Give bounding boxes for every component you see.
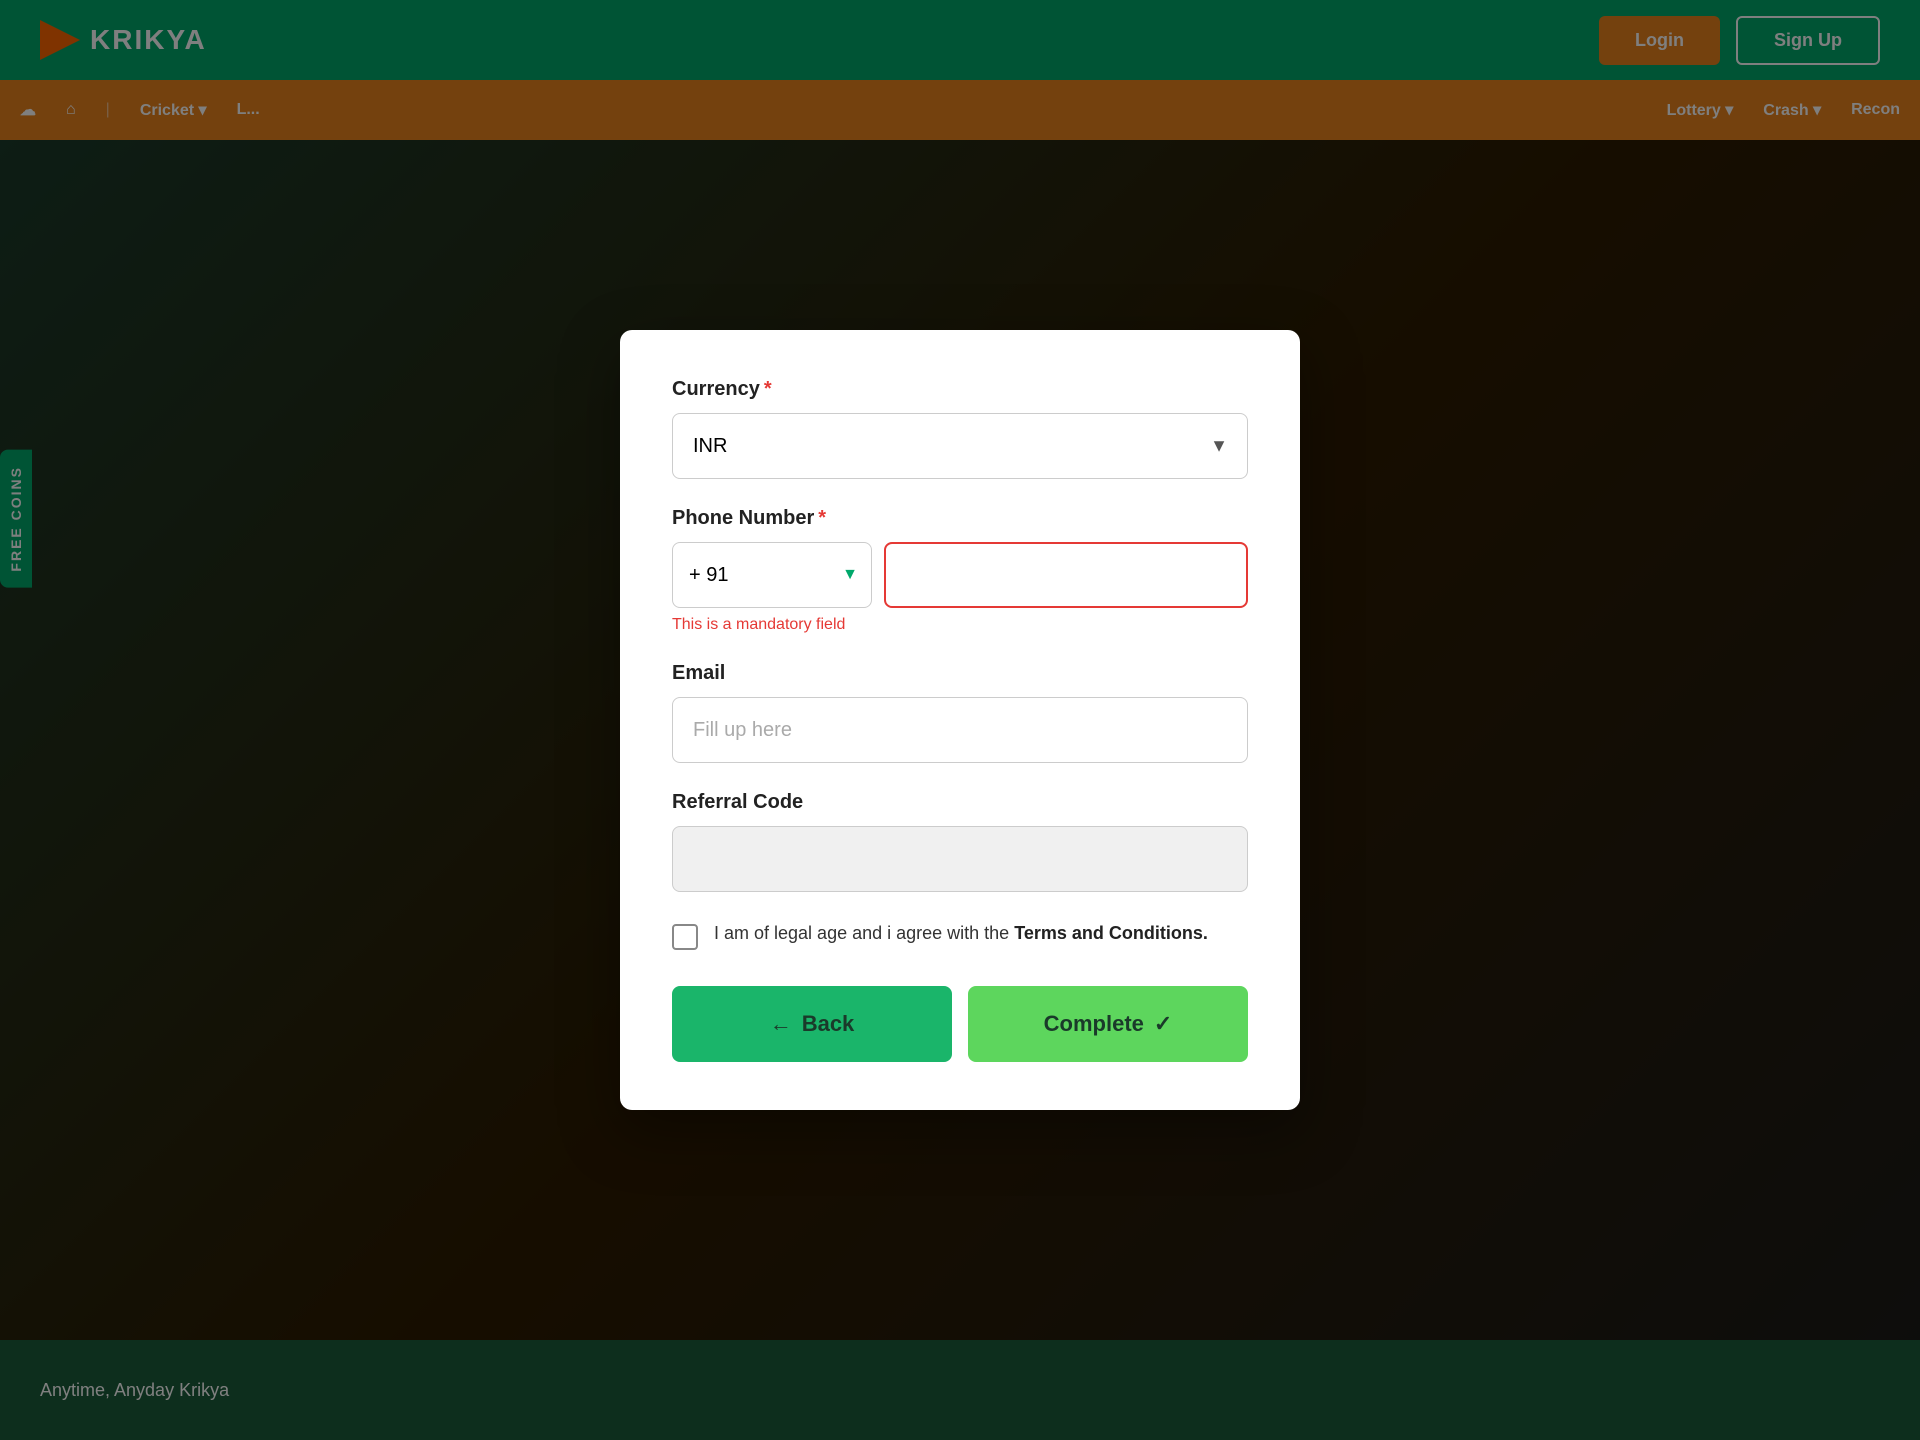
currency-select[interactable]: INR USD EUR GBP BDT <box>672 413 1248 479</box>
currency-group: Currency* INR USD EUR GBP BDT ▼ <box>672 378 1248 479</box>
terms-row: I am of legal age and i agree with the T… <box>672 920 1248 950</box>
back-button[interactable]: ← Back <box>672 986 952 1062</box>
currency-required-star: * <box>764 378 772 400</box>
phone-country-select[interactable]: + 91 + 880 + 1 <box>672 542 872 608</box>
email-group: Email <box>672 662 1248 763</box>
terms-text: I am of legal age and i agree with the T… <box>714 920 1208 947</box>
email-label: Email <box>672 662 1248 685</box>
back-arrow-icon: ← <box>770 1011 792 1037</box>
phone-required-star: * <box>818 507 826 529</box>
phone-group: Phone Number* + 91 + 880 + 1 ▼ This is a… <box>672 507 1248 634</box>
button-row: ← Back Complete ✓ <box>672 986 1248 1062</box>
phone-error-text: This is a mandatory field <box>672 616 1248 634</box>
referral-input[interactable] <box>672 826 1248 892</box>
currency-select-wrapper: INR USD EUR GBP BDT ▼ <box>672 413 1248 479</box>
phone-country-wrapper: + 91 + 880 + 1 ▼ <box>672 542 872 608</box>
referral-label: Referral Code <box>672 791 1248 814</box>
email-input[interactable] <box>672 697 1248 763</box>
phone-row: + 91 + 880 + 1 ▼ <box>672 542 1248 608</box>
terms-link[interactable]: Terms and Conditions. <box>1014 923 1208 943</box>
complete-check-icon: ✓ <box>1154 1011 1172 1037</box>
back-label: Back <box>802 1011 855 1037</box>
registration-modal: Currency* INR USD EUR GBP BDT ▼ Phone Nu… <box>620 330 1300 1110</box>
currency-label: Currency* <box>672 378 1248 401</box>
complete-button[interactable]: Complete ✓ <box>968 986 1248 1062</box>
terms-checkbox[interactable] <box>672 924 698 950</box>
complete-label: Complete <box>1044 1011 1144 1037</box>
referral-group: Referral Code <box>672 791 1248 892</box>
phone-label: Phone Number* <box>672 507 1248 530</box>
phone-number-input[interactable] <box>884 542 1248 608</box>
